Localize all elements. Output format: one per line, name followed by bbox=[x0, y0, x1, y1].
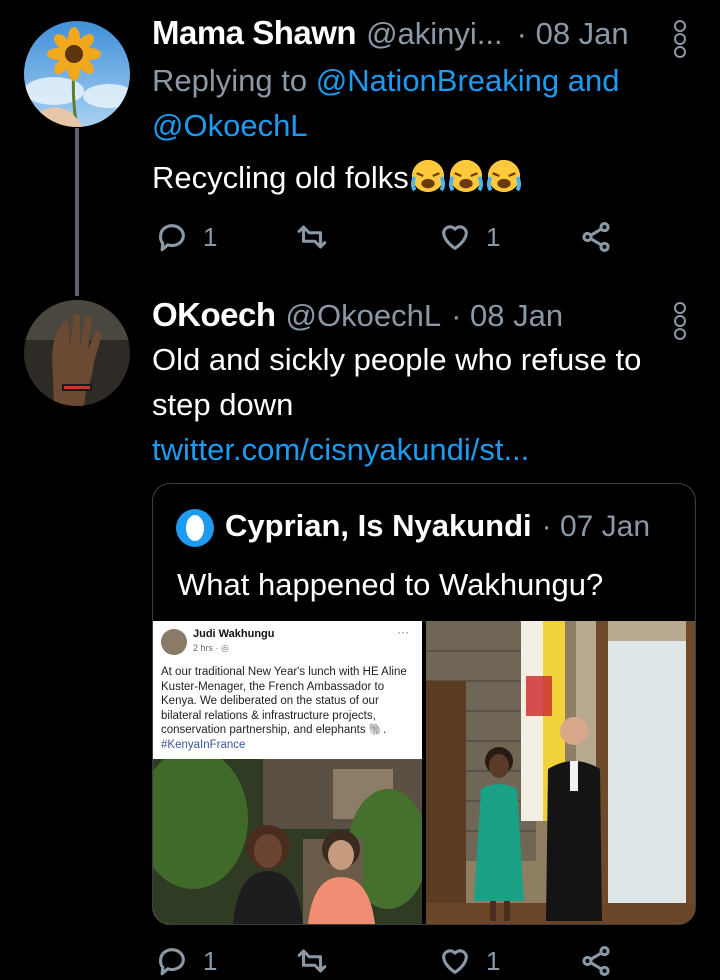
raised-hand-photo bbox=[24, 300, 130, 406]
fb-menu-icon: ··· bbox=[397, 625, 409, 639]
reply-button[interactable]: 1 bbox=[155, 220, 217, 254]
tweet2-text: Old and sickly people who refuse to step… bbox=[152, 337, 697, 472]
elephant-emoji: 🐘 bbox=[368, 724, 384, 736]
avatar-okoech[interactable] bbox=[24, 300, 130, 406]
heart-icon bbox=[442, 949, 468, 974]
reply-icon bbox=[159, 224, 185, 252]
quoted-avatar-icon[interactable] bbox=[175, 508, 215, 548]
author-name[interactable]: Mama Shawn bbox=[152, 14, 357, 52]
quoted-tweet-card[interactable]: Cyprian, Is Nyakundi · 07 Jan What happe… bbox=[152, 483, 696, 925]
reply-button[interactable]: 1 bbox=[155, 944, 217, 978]
tweet2-header: OKoech @OkoechL · 08 Jan bbox=[152, 296, 672, 334]
author-name[interactable]: OKoech bbox=[152, 296, 276, 334]
fb-hashtag: #KenyaInFrance bbox=[161, 738, 246, 751]
crying-face-emoji bbox=[486, 159, 521, 193]
more-options-icon[interactable] bbox=[673, 19, 687, 59]
sunflower-photo bbox=[24, 21, 130, 127]
share-icon bbox=[582, 945, 610, 977]
reply-count: 1 bbox=[203, 945, 218, 976]
replying-to: Replying to @NationBreaking and @OkoechL bbox=[152, 58, 692, 148]
fb-meta-text: 2 hrs · bbox=[193, 643, 222, 653]
quoted-image-left[interactable]: Judi Wakhungu 2 hrs · ◎ ··· At our tradi… bbox=[153, 621, 422, 924]
crying-face-emoji bbox=[410, 159, 445, 193]
mention-nationbreaking[interactable]: @NationBreaking and bbox=[316, 63, 620, 98]
author-handle[interactable]: @OkoechL bbox=[286, 298, 442, 334]
fb-author: Judi Wakhungu bbox=[193, 628, 275, 640]
reply-count: 1 bbox=[203, 221, 218, 252]
tweet-date[interactable]: · 08 Jan bbox=[451, 298, 563, 334]
tweet-link[interactable]: twitter.com/cisnyakundi/st... bbox=[152, 432, 529, 467]
quoted-text: What happened to Wakhungu? bbox=[177, 567, 604, 602]
like-count: 1 bbox=[486, 221, 501, 252]
quoted-author-name: Cyprian, Is Nyakundi bbox=[225, 508, 532, 543]
quoted-header: Cyprian, Is Nyakundi · 07 Jan bbox=[175, 508, 650, 548]
tweet1-text: Recycling old folks bbox=[152, 155, 523, 200]
tweet1-body: Recycling old folks bbox=[152, 160, 409, 195]
share-button[interactable] bbox=[579, 944, 613, 978]
like-count: 1 bbox=[486, 945, 501, 976]
crying-face-emoji bbox=[448, 159, 483, 193]
retweet-button[interactable] bbox=[295, 944, 329, 978]
globe-icon: ◎ bbox=[221, 643, 229, 653]
retweet-icon bbox=[297, 225, 327, 249]
tweet1-header: Mama Shawn @akinyi... · 08 Jan bbox=[152, 14, 672, 52]
mention-okoechl[interactable]: @OkoechL bbox=[152, 108, 308, 143]
fb-meta: 2 hrs · ◎ bbox=[193, 643, 229, 654]
retweet-icon bbox=[297, 949, 327, 973]
garden-photo bbox=[153, 759, 422, 924]
avatar-mama-shawn[interactable] bbox=[24, 21, 130, 127]
thread-connector-line bbox=[75, 128, 79, 296]
replying-prefix: Replying to bbox=[152, 63, 316, 98]
more-options-icon[interactable] bbox=[673, 301, 687, 341]
tweet2-body-line2: step down bbox=[152, 387, 294, 422]
reply-icon bbox=[159, 948, 185, 976]
fb-avatar bbox=[161, 629, 187, 655]
tweet1-actions: 1 1 bbox=[155, 220, 625, 256]
tweet-date[interactable]: · 08 Jan bbox=[517, 16, 629, 52]
author-handle[interactable]: @akinyi... bbox=[366, 16, 503, 52]
like-button[interactable]: 1 bbox=[438, 220, 500, 254]
tweet2-body-line1: Old and sickly people who refuse to bbox=[152, 342, 642, 377]
share-button[interactable] bbox=[579, 220, 613, 254]
tweet2-actions: 1 1 bbox=[155, 944, 625, 980]
quoted-image-right[interactable] bbox=[426, 621, 695, 924]
quoted-date: · 07 Jan bbox=[541, 510, 651, 543]
share-icon bbox=[582, 221, 610, 253]
retweet-button[interactable] bbox=[295, 220, 329, 254]
like-button[interactable]: 1 bbox=[438, 944, 500, 978]
fb-body: At our traditional New Year's lunch with… bbox=[161, 666, 407, 751]
heart-icon bbox=[442, 225, 468, 250]
